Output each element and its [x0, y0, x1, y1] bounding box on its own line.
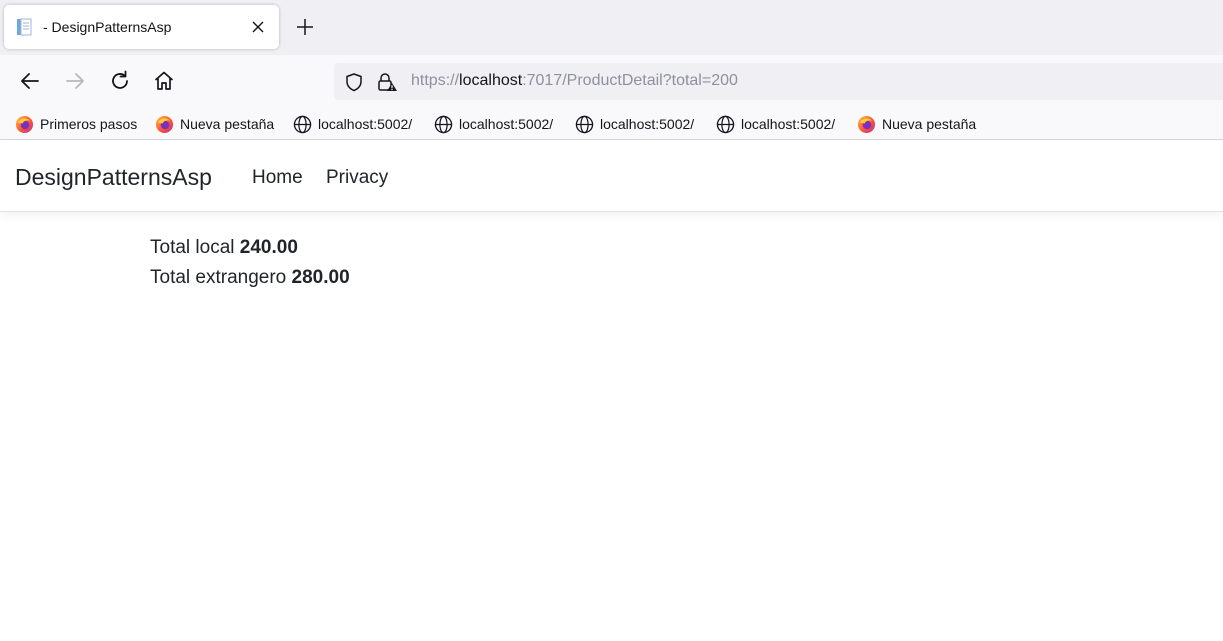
globe-icon	[434, 115, 453, 133]
url-host: localhost	[459, 72, 523, 89]
globe-icon	[575, 115, 594, 133]
close-tab-icon[interactable]	[250, 19, 266, 35]
new-tab-icon[interactable]	[295, 17, 315, 37]
insecure-lock-warning-icon[interactable]	[376, 72, 398, 92]
total-foreign-line: Total extrangero 280.00	[150, 267, 350, 289]
globe-icon	[293, 115, 312, 133]
site-brand-link[interactable]: DesignPatternsAsp	[15, 164, 212, 191]
site-navbar: DesignPatternsAsp Home Privacy	[0, 141, 1223, 212]
url-bar[interactable]: https://localhost:7017/ProductDetail?tot…	[334, 63, 1223, 100]
bookmark-localhost-2[interactable]: localhost:5002/	[434, 113, 553, 135]
bookmark-primeros-pasos[interactable]: Primeros pasos	[15, 113, 137, 135]
nav-link-privacy[interactable]: Privacy	[326, 167, 388, 189]
url-scheme: https://	[411, 72, 460, 89]
bookmark-localhost-3[interactable]: localhost:5002/	[575, 113, 694, 135]
url-path: :7017/ProductDetail?total=200	[522, 72, 738, 89]
total-local-line: Total local 240.00	[150, 237, 298, 259]
globe-icon	[716, 115, 735, 133]
navigation-toolbar: https://localhost:7017/ProductDetail?tot…	[0, 55, 1223, 108]
browser-tab-active[interactable]: - DesignPatternsAsp	[4, 5, 279, 49]
tab-title: - DesignPatternsAsp	[43, 19, 172, 35]
url-text[interactable]: https://localhost:7017/ProductDetail?tot…	[411, 72, 738, 90]
firefox-icon	[15, 115, 34, 133]
bookmarks-toolbar: Primeros pasos Nueva pestaña localhost:5…	[0, 108, 1223, 140]
reload-icon[interactable]	[108, 69, 132, 93]
back-arrow-icon[interactable]	[18, 69, 42, 93]
total-local-label: Total local	[150, 237, 235, 258]
home-icon[interactable]	[152, 69, 176, 93]
document-icon	[17, 18, 32, 36]
firefox-icon	[857, 115, 876, 133]
bookmark-nueva-pestana-2[interactable]: Nueva pestaña	[857, 113, 976, 135]
tracking-protection-shield-icon[interactable]	[344, 72, 364, 92]
total-foreign-value: 280.00	[291, 267, 350, 288]
total-foreign-label: Total extrangero	[150, 267, 287, 288]
bookmark-localhost-4[interactable]: localhost:5002/	[716, 113, 835, 135]
total-local-value: 240.00	[239, 237, 298, 258]
bookmark-localhost-1[interactable]: localhost:5002/	[293, 113, 412, 135]
bookmark-nueva-pestana[interactable]: Nueva pestaña	[155, 113, 274, 135]
tab-strip: - DesignPatternsAsp	[0, 0, 1223, 55]
forward-arrow-icon[interactable]	[63, 69, 87, 93]
nav-link-home[interactable]: Home	[252, 167, 303, 189]
firefox-icon	[155, 115, 174, 133]
